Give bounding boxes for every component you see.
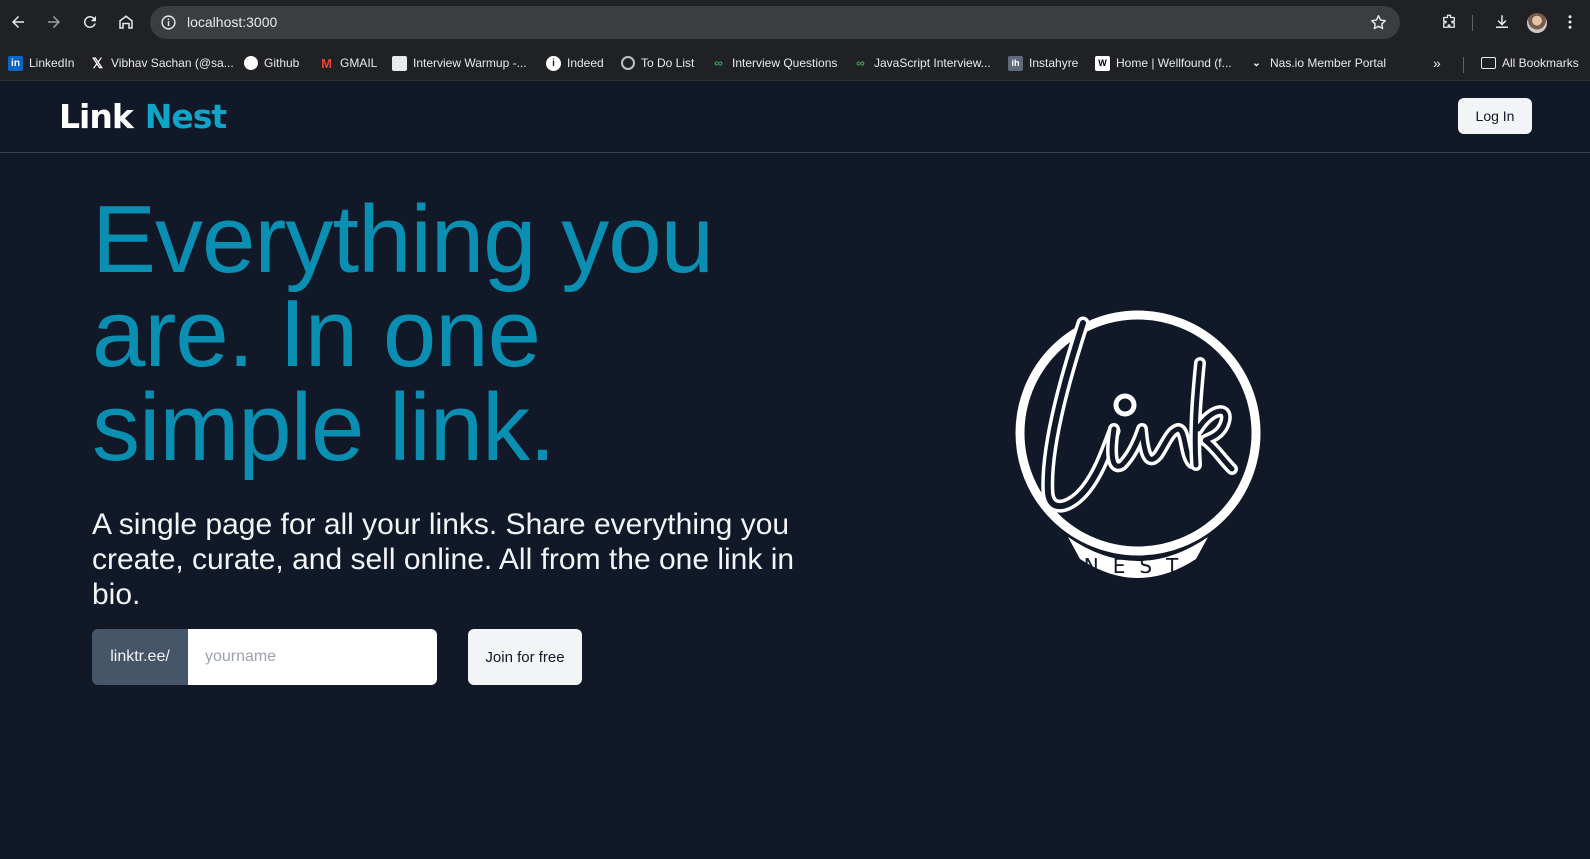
url-prefix: linktr.ee/ [92,629,188,685]
extensions-button[interactable] [1437,10,1461,34]
more-bookmarks-button[interactable]: » [1433,54,1441,72]
link-nest-emblem: NEST [1015,310,1261,578]
indeed-icon: i [546,55,561,71]
bookmark-label: Home | Wellfound (f... [1116,56,1232,70]
bookmark-label: Instahyre [1029,56,1079,70]
emblem-nest-text: NEST [1084,554,1193,578]
bookmark-interview-questions[interactable]: ∞ Interview Questions [711,54,837,72]
brand-word-link: Link [59,97,134,136]
wellfound-icon: W [1095,55,1110,71]
bookmark-wellfound[interactable]: W Home | Wellfound (f... [1095,54,1232,72]
instahyre-icon: ih [1008,55,1023,71]
bookmark-nasio[interactable]: ⌄ Nas.io Member Portal [1249,54,1386,72]
bookmark-label: Vibhav Sachan (@sa... [111,56,234,70]
bookmark-star-icon[interactable] [1369,13,1388,32]
bookmark-label: JavaScript Interview... [874,56,991,70]
bookmark-label: Github [264,56,300,70]
bookmark-label: LinkedIn [29,56,75,70]
github-icon [244,56,258,70]
bookmark-label: Interview Questions [732,56,838,70]
login-button[interactable]: Log In [1458,98,1532,134]
all-bookmarks-label: All Bookmarks [1502,56,1579,70]
bookmark-todo[interactable]: To Do List [621,54,694,72]
folder-icon [1481,57,1496,69]
bookmarks-divider [1463,57,1464,73]
claim-username-form: linktr.ee/ [92,629,437,685]
app-header: Link Nest Log In [0,81,1590,153]
hero-title: Everything you are. In one simple link. [92,186,714,481]
bookmark-linkedin[interactable]: in LinkedIn [8,54,74,72]
bookmark-label: GMAIL [340,56,378,70]
bookmark-label: Nas.io Member Portal [1270,56,1387,70]
toolbar-divider [1472,15,1473,31]
all-bookmarks-button[interactable]: All Bookmarks [1481,54,1579,72]
page: Link Nest Log In Everything you are. In o… [0,81,1590,859]
infinity-icon: ∞ [856,56,865,70]
hero-subtitle: A single page for all your links. Share … [92,508,795,611]
back-button[interactable] [6,10,30,34]
home-button[interactable] [114,10,138,34]
home-icon [119,15,133,29]
reload-icon [83,15,96,28]
browser-menu-button[interactable] [1561,10,1579,34]
linkedin-icon: in [8,55,23,71]
profile-avatar[interactable] [1527,13,1547,33]
puzzle-icon [1443,14,1455,28]
arrow-right-icon [48,16,60,28]
join-free-button[interactable]: Join for free [468,629,582,685]
address-bar[interactable]: localhost:3000 [150,6,1400,39]
chevron-down-icon: ⌄ [1252,57,1261,69]
bookmark-label: To Do List [641,56,695,70]
bookmark-label: Indeed [567,56,604,70]
more-vertical-icon [1568,15,1572,29]
reload-button[interactable] [78,10,102,34]
x-twitter-icon: 𝕏 [91,54,104,71]
brand-word-nest: Nest [144,97,227,136]
bookmark-label: Interview Warmup -... [413,56,527,70]
username-input[interactable] [188,629,437,685]
script-link-mark [1041,316,1238,513]
bookmark-github[interactable]: Github [244,54,299,72]
infinity-icon: ∞ [714,56,723,70]
arrow-left-icon [12,16,24,28]
url-text: localhost:3000 [187,14,278,30]
browser-toolbar: localhost:3000 [0,0,1590,45]
bookmarks-bar: in LinkedIn 𝕏 Vibhav Sachan (@sa... Gith… [0,45,1590,81]
bookmark-instahyre[interactable]: ih Instahyre [1008,54,1078,72]
bookmark-indeed[interactable]: i Indeed [546,54,604,72]
globe-icon [621,56,635,70]
site-info-icon[interactable] [160,14,177,31]
bookmark-interview-warmup[interactable]: Interview Warmup -... [392,54,527,72]
double-chevron-right-icon: » [1433,55,1441,71]
page-icon [392,55,407,71]
downloads-button[interactable] [1490,10,1514,34]
brand-logo[interactable]: Link Nest [59,97,227,136]
gmail-icon: M [321,55,332,71]
download-icon [1496,15,1508,28]
bookmark-gmail[interactable]: M GMAIL [319,54,377,72]
forward-button[interactable] [42,10,66,34]
bookmark-x[interactable]: 𝕏 Vibhav Sachan (@sa... [90,54,234,72]
bookmark-js-interview[interactable]: ∞ JavaScript Interview... [853,54,991,72]
hero-logo-graphic: NEST [900,193,1400,693]
